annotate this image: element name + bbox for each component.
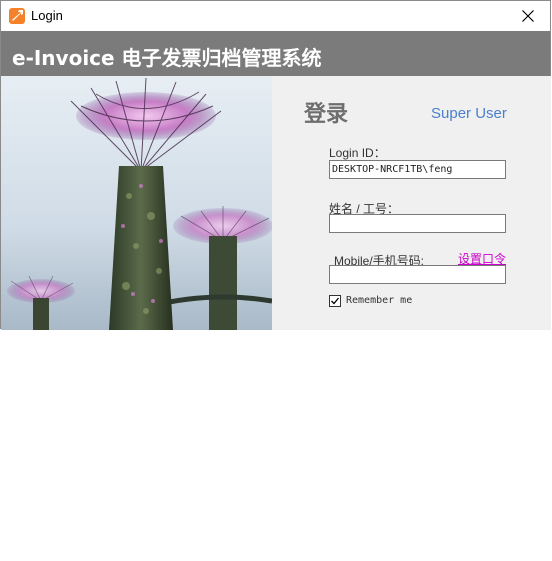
- window-title: Login: [31, 8, 63, 23]
- name-field[interactable]: [329, 214, 506, 233]
- app-header-title: e-Invoice 电子发票归档管理系统: [12, 46, 322, 70]
- checkmark-icon: [331, 297, 340, 305]
- super-user-link[interactable]: Super User: [431, 105, 507, 122]
- close-button[interactable]: [506, 1, 550, 31]
- mobile-field[interactable]: [329, 265, 506, 284]
- app-header: e-Invoice 电子发票归档管理系统: [1, 31, 550, 76]
- remember-me-label: Remember me: [346, 295, 413, 306]
- login-title: 登录: [304, 102, 349, 127]
- title-bar: Login: [1, 1, 550, 31]
- login-id-field[interactable]: [329, 160, 506, 179]
- login-id-label: Login ID：: [329, 146, 386, 160]
- login-panel: 登录 Super User Login ID： 姓名 / 工号： Mobile/…: [272, 76, 551, 330]
- close-icon: [522, 10, 534, 22]
- app-logo-icon: [9, 8, 25, 24]
- login-window: Login e-Invoice 电子发票归档管理系统 登录 Super User…: [0, 0, 551, 330]
- banner-image: [1, 76, 272, 330]
- remember-me-checkbox[interactable]: [329, 295, 341, 307]
